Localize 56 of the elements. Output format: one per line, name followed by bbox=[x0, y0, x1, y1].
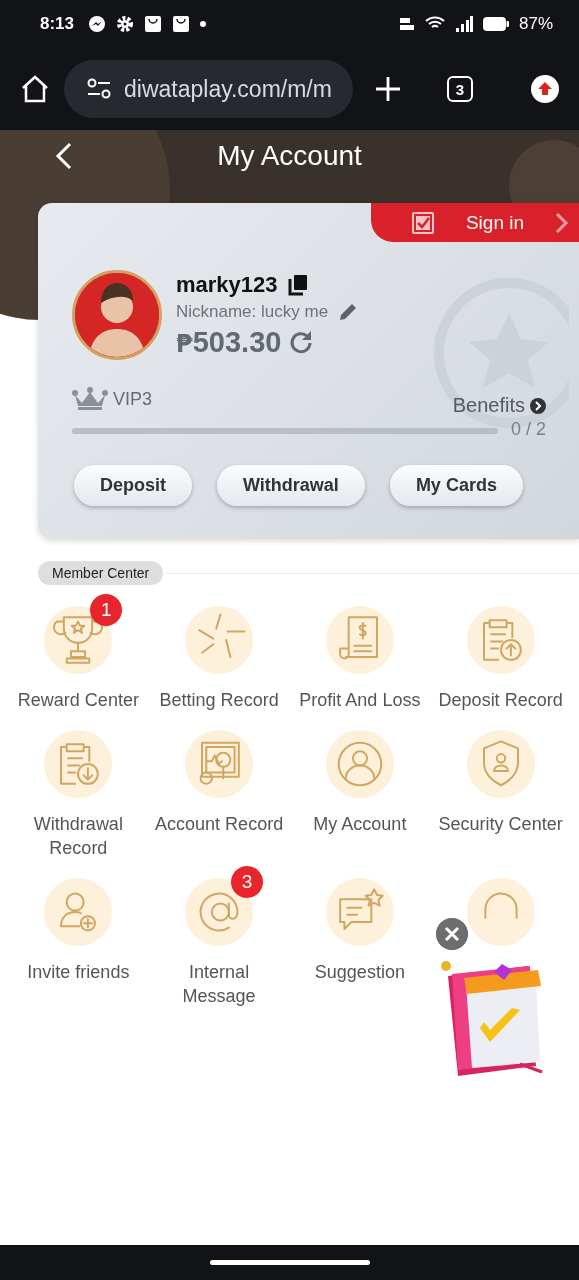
person-icon[interactable] bbox=[325, 730, 394, 798]
menu-item-label[interactable]: Account Record bbox=[153, 812, 286, 836]
arrow-circle-icon bbox=[530, 397, 546, 414]
benefits-link[interactable]: Benefits bbox=[452, 394, 546, 417]
tab-count-button[interactable]: 3 bbox=[447, 76, 473, 102]
menu-item-label[interactable]: My Account bbox=[311, 812, 409, 836]
close-icon[interactable] bbox=[436, 918, 468, 950]
pencil-icon[interactable] bbox=[338, 302, 359, 322]
menu-item-label[interactable]: Withdrawal Record bbox=[8, 812, 149, 860]
menu-item-label[interactable]: Deposit Record bbox=[436, 688, 565, 712]
chevron-right-icon bbox=[555, 211, 569, 234]
menu-item-label[interactable]: Invite friends bbox=[25, 960, 132, 984]
shopping-bag-icon bbox=[144, 15, 163, 33]
action-button[interactable]: My Cards bbox=[389, 465, 523, 506]
dot-icon bbox=[200, 21, 207, 27]
balance: ₱503.30 bbox=[176, 326, 282, 359]
person-add-icon[interactable] bbox=[44, 878, 113, 946]
back-icon[interactable] bbox=[54, 141, 74, 171]
notification-badge: 3 bbox=[231, 866, 264, 898]
vip-level: VIP3 bbox=[113, 388, 153, 410]
menu-item-label[interactable]: Security Center bbox=[436, 812, 565, 836]
clipboard-down-icon[interactable] bbox=[44, 730, 113, 798]
home-icon[interactable] bbox=[20, 74, 50, 104]
copy-icon[interactable] bbox=[287, 274, 308, 296]
sign-in-button[interactable]: Sign in bbox=[371, 203, 579, 242]
monitor-icon[interactable] bbox=[185, 730, 254, 798]
menu-item-label[interactable]: Profit And Loss bbox=[297, 688, 423, 712]
page-title: My Account bbox=[217, 140, 362, 172]
status-time: 8:13 bbox=[40, 14, 75, 34]
section-label: Member Center bbox=[38, 561, 164, 585]
nickname: Nickname: lucky me bbox=[176, 302, 329, 322]
menu-item-label[interactable]: Betting Record bbox=[157, 688, 281, 712]
shopping-bag-icon bbox=[172, 15, 191, 33]
username: marky123 bbox=[176, 272, 278, 298]
gear-icon bbox=[116, 15, 135, 33]
action-button[interactable]: Withdrawal bbox=[217, 465, 365, 506]
plus-icon[interactable] bbox=[375, 76, 402, 102]
checkbox-icon bbox=[411, 210, 435, 235]
progress-count: 0 / 2 bbox=[510, 419, 546, 440]
notification-badge: 1 bbox=[90, 594, 123, 626]
menu-item-label[interactable]: Suggestion bbox=[312, 960, 407, 984]
battery-icon bbox=[482, 17, 509, 31]
address-bar[interactable]: diwataplay.com/m/m bbox=[64, 60, 354, 118]
menu-item-label[interactable]: Reward Center bbox=[15, 688, 141, 712]
crown-icon bbox=[71, 387, 109, 411]
chat-star-icon[interactable] bbox=[325, 878, 394, 946]
signal-icon bbox=[454, 16, 473, 32]
battery-percent: 87% bbox=[518, 14, 553, 34]
shield-icon[interactable] bbox=[466, 730, 535, 798]
clipboard-up-icon[interactable] bbox=[466, 606, 535, 674]
action-button[interactable]: Deposit bbox=[74, 465, 192, 506]
messenger-icon bbox=[88, 15, 107, 33]
menu-item-label[interactable]: Internal Message bbox=[148, 960, 290, 1008]
receipt-icon[interactable] bbox=[325, 606, 394, 674]
site-settings-icon[interactable] bbox=[86, 78, 112, 100]
update-icon[interactable] bbox=[531, 75, 559, 103]
